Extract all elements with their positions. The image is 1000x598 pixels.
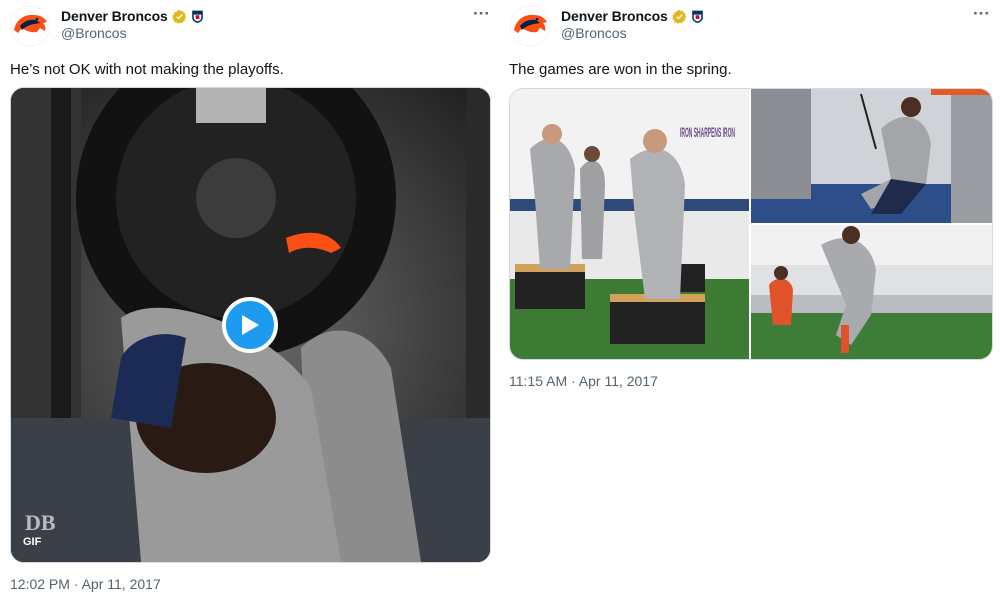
avatar[interactable] xyxy=(10,6,50,46)
verified-badge-icon xyxy=(672,9,686,24)
broncos-logo-icon xyxy=(10,6,50,46)
nfl-shield-icon xyxy=(691,9,704,24)
tweet-card[interactable]: Denver Broncos @Broncos ··· He’s not OK … xyxy=(0,0,500,598)
tweet-text: The games are won in the spring. xyxy=(509,61,732,78)
display-name[interactable]: Denver Broncos xyxy=(61,8,168,24)
broncos-logo-icon xyxy=(510,6,550,46)
photo-1[interactable]: IRON SHARPENS IRON xyxy=(510,89,749,359)
photo-2[interactable] xyxy=(751,89,992,223)
tweet-text: He’s not OK with not making the playoffs… xyxy=(10,61,284,78)
training-photo-image xyxy=(751,225,992,359)
more-options-button[interactable]: ··· xyxy=(473,4,490,24)
gif-media[interactable]: DB GIF xyxy=(10,87,491,563)
tweet-timestamp[interactable]: 12:02 PM · Apr 11, 2017 xyxy=(10,576,161,592)
handle[interactable]: @Broncos xyxy=(61,25,127,41)
training-photo-image xyxy=(751,89,992,223)
tweet-timestamp[interactable]: 11:15 AM · Apr 11, 2017 xyxy=(509,373,658,389)
play-button[interactable] xyxy=(222,297,278,353)
watermark-logo: DB xyxy=(25,510,56,535)
training-photo-image: IRON SHARPENS IRON xyxy=(510,89,749,359)
play-icon xyxy=(242,315,259,335)
more-options-button[interactable]: ··· xyxy=(973,4,990,24)
photo-grid: IRON SHARPENS IRON xyxy=(509,88,993,360)
wall-text: IRON SHARPENS IRON xyxy=(680,124,735,140)
avatar[interactable] xyxy=(510,6,550,46)
handle[interactable]: @Broncos xyxy=(561,25,627,41)
tweet-card[interactable]: Denver Broncos @Broncos ··· The games ar… xyxy=(500,0,1000,598)
display-name[interactable]: Denver Broncos xyxy=(561,8,668,24)
nfl-shield-icon xyxy=(191,9,204,24)
photo-3[interactable] xyxy=(751,225,992,359)
verified-badge-icon xyxy=(172,9,186,24)
gif-badge: GIF xyxy=(23,536,42,548)
